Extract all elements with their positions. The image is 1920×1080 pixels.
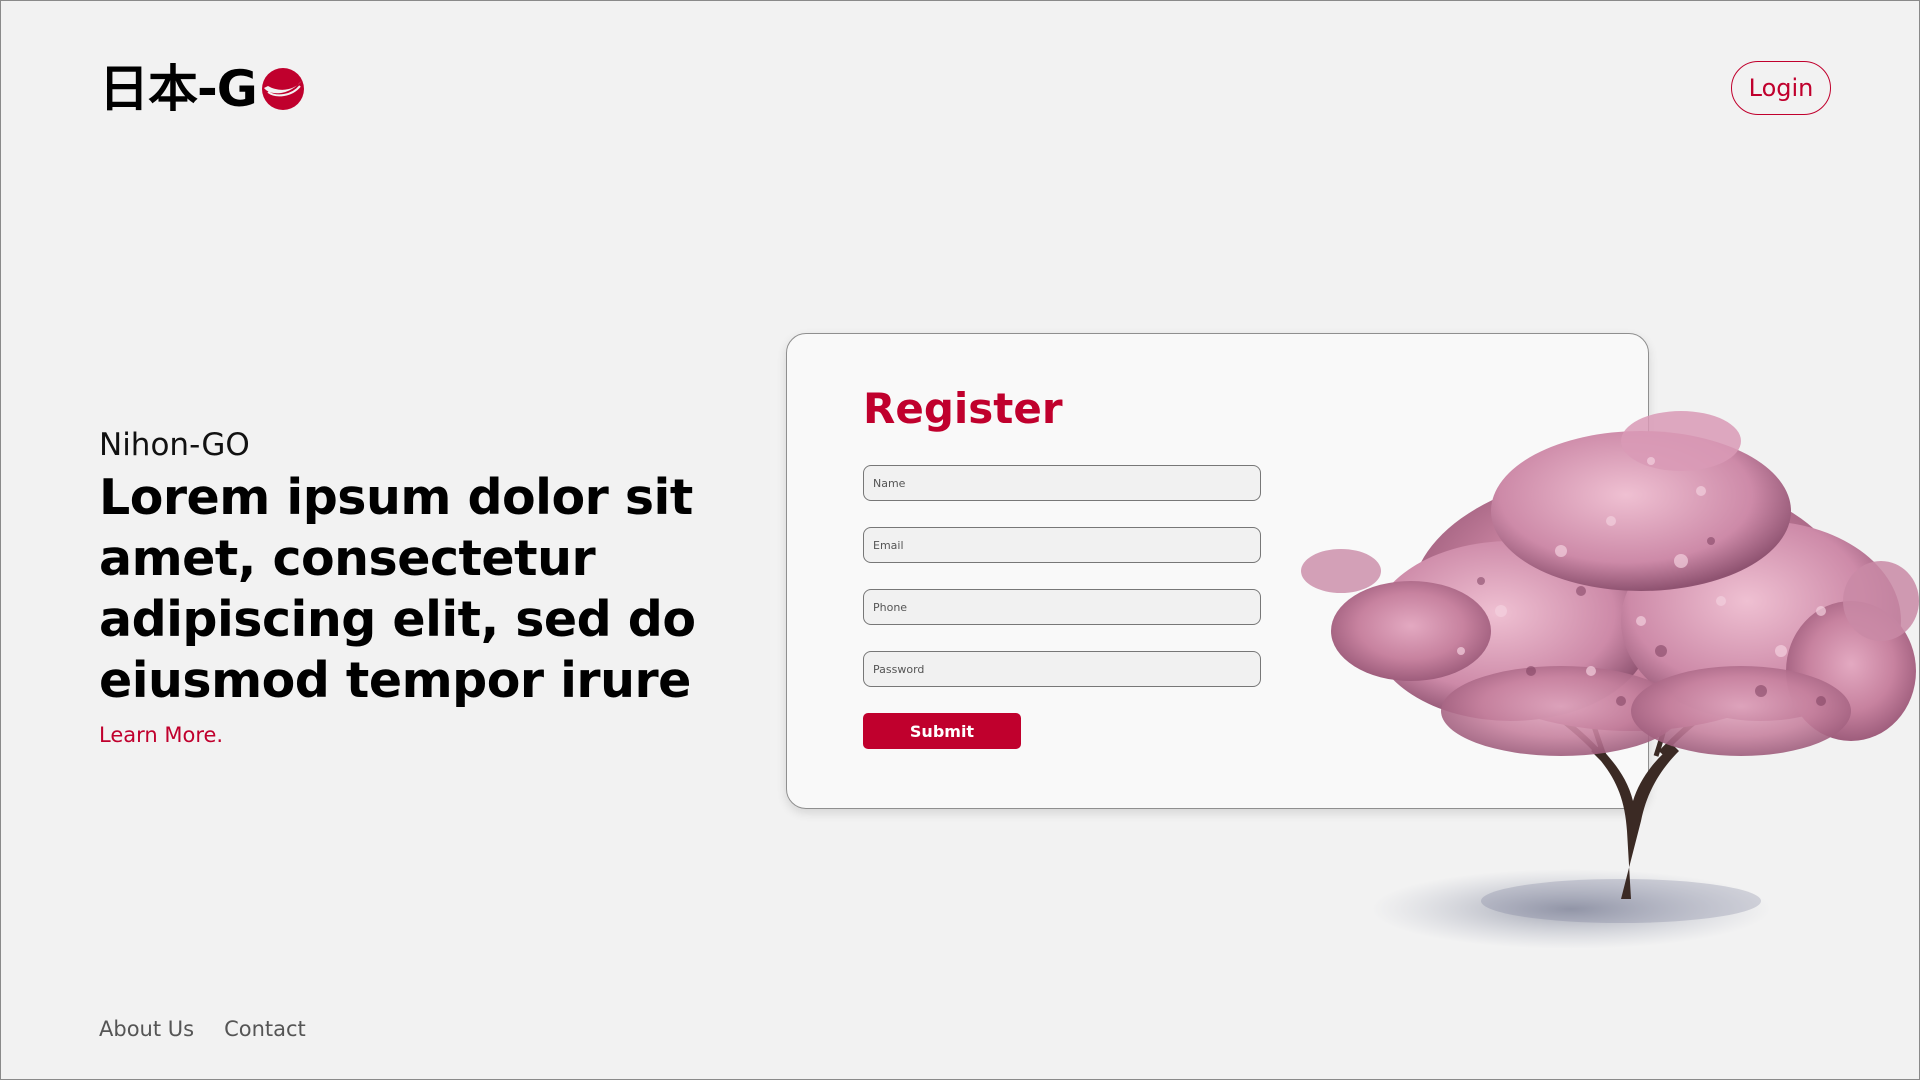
red-sun-swoosh-icon — [261, 68, 304, 110]
cherry-blossom-tree-illustration — [1301, 411, 1919, 949]
name-field[interactable] — [863, 465, 1261, 501]
learn-more-link[interactable]: Learn More. — [99, 723, 223, 747]
footer-nav: About Us Contact — [99, 1017, 306, 1041]
password-field[interactable] — [863, 651, 1261, 687]
about-us-link[interactable]: About Us — [99, 1017, 194, 1041]
login-button[interactable]: Login — [1731, 61, 1831, 115]
contact-link[interactable]: Contact — [224, 1017, 306, 1041]
landing-page: 日本-G Login Nihon-GO Lorem ipsum dolor si… — [0, 0, 1920, 1080]
brand-logo[interactable]: 日本-G — [99, 61, 306, 117]
hero-eyebrow: Nihon-GO — [99, 427, 250, 463]
logo-text: 日本-G — [99, 60, 258, 118]
register-title: Register — [863, 384, 1063, 433]
submit-button[interactable]: Submit — [863, 713, 1021, 749]
hero-headline: Lorem ipsum dolor sit amet, consectetur … — [99, 469, 696, 709]
phone-field[interactable] — [863, 589, 1261, 625]
email-field[interactable] — [863, 527, 1261, 563]
